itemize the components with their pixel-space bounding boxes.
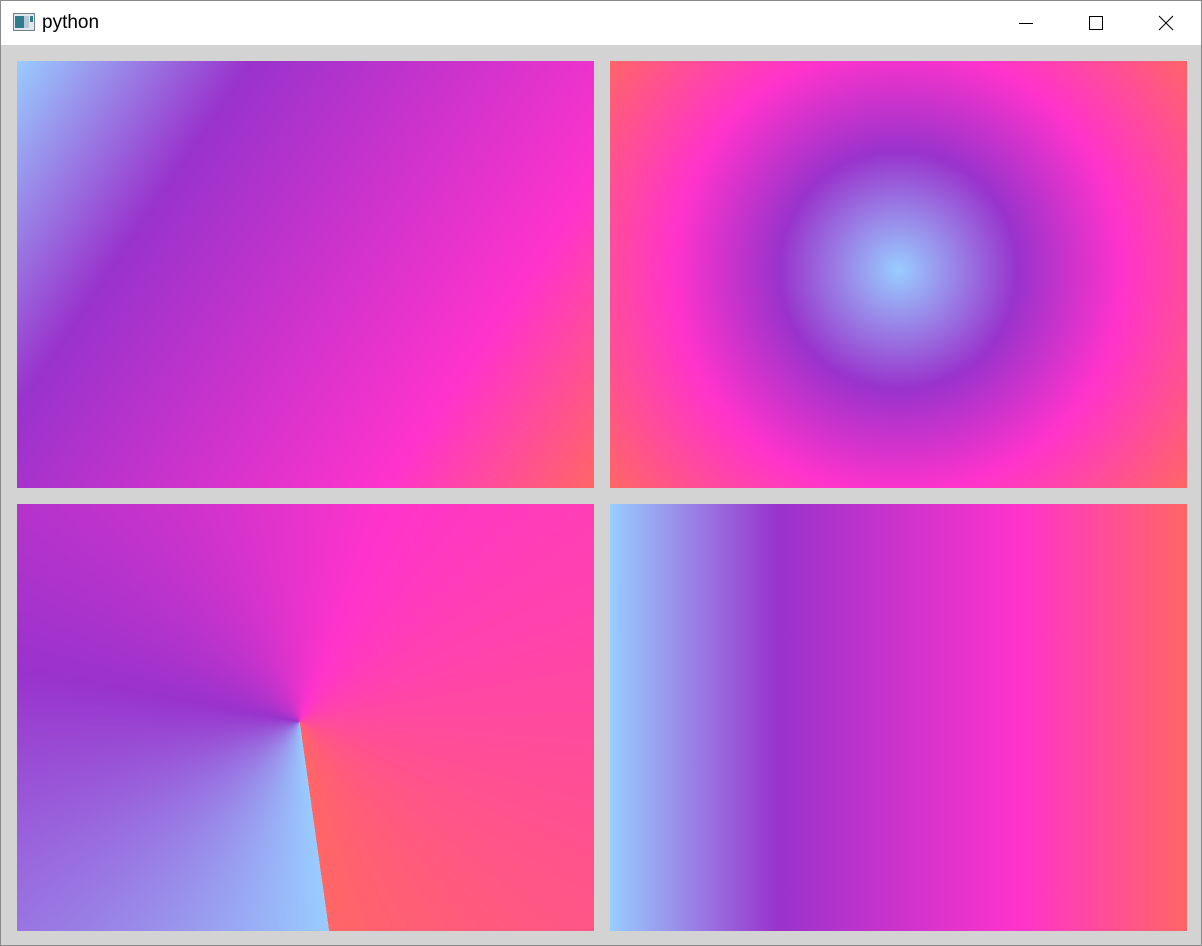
minimize-icon: [1019, 23, 1033, 24]
conical-gradient-panel: [17, 504, 594, 931]
maximize-button[interactable]: [1061, 1, 1131, 45]
window-title: python: [42, 12, 100, 33]
title-bar[interactable]: python: [1, 1, 1201, 45]
python-app-icon: [13, 13, 35, 31]
horizontal-gradient-panel: [610, 504, 1187, 931]
radial-gradient-panel: [610, 61, 1187, 488]
minimize-button[interactable]: [991, 1, 1061, 45]
app-window: python: [0, 0, 1202, 946]
close-button[interactable]: [1131, 1, 1201, 45]
close-icon: [1158, 15, 1174, 31]
maximize-icon: [1089, 16, 1103, 30]
linear-gradient-panel: [17, 61, 594, 488]
